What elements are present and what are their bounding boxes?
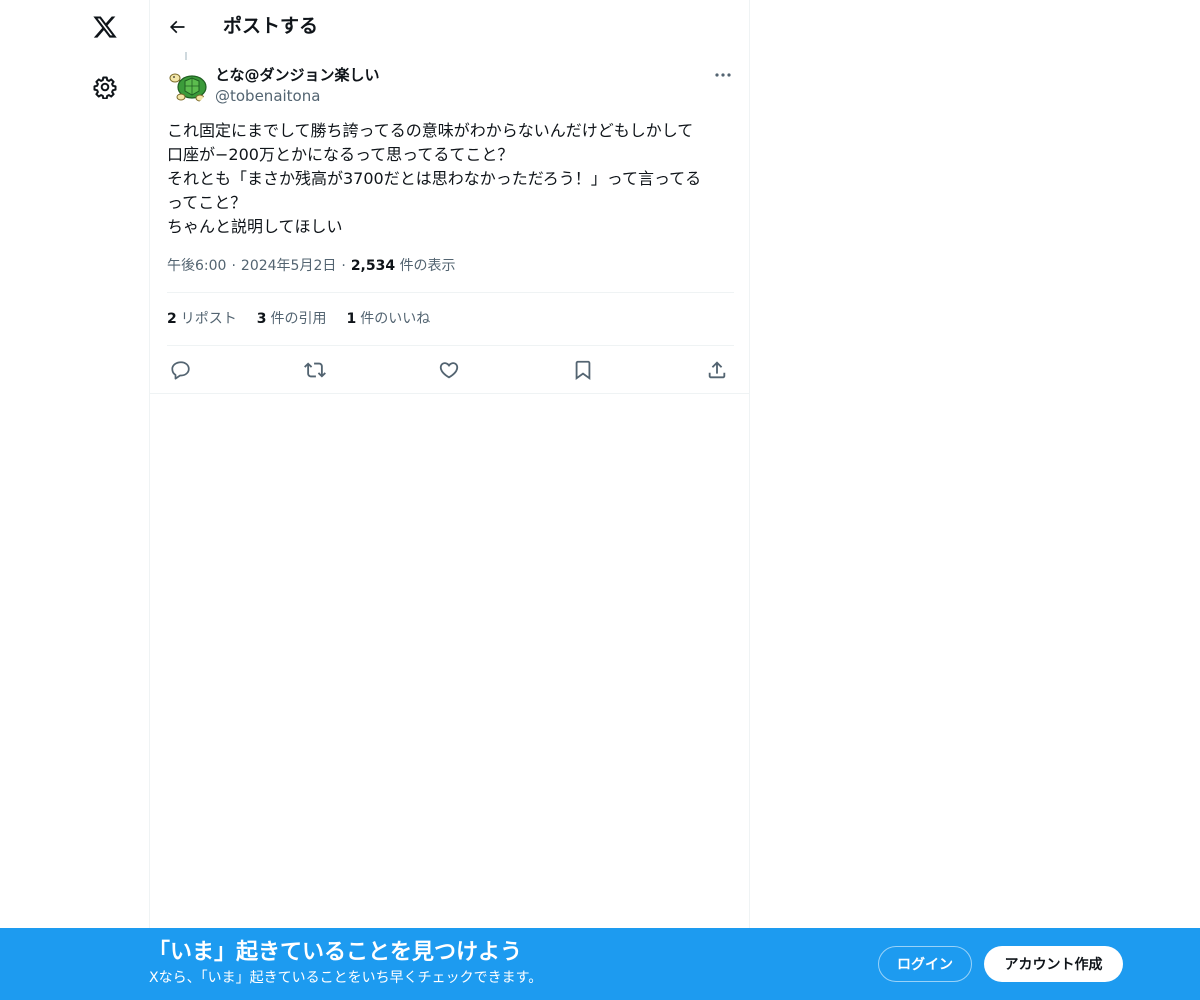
author-handle[interactable]: @tobenaitona (215, 86, 320, 106)
reply-icon (171, 361, 190, 380)
meta-separator: · (231, 258, 236, 274)
turtle-avatar (167, 66, 207, 106)
post-actions (150, 347, 749, 393)
bookmark-button[interactable] (564, 351, 602, 389)
post-time[interactable]: 午後6:00 (167, 258, 226, 274)
post-text: これ固定にまでして勝ち誇ってるの意味がわからないんだけどもしかして 口座が−20… (167, 119, 737, 239)
likes-stat[interactable]: 1 件のいいね (347, 309, 431, 329)
signup-button[interactable]: アカウント作成 (984, 946, 1123, 982)
like-icon (439, 362, 459, 379)
post-stats: 2 リポスト 3 件の引用 1 件のいいね (167, 309, 450, 329)
banner-title: 「いま」起きていることを見つけよう (148, 940, 523, 965)
quotes-label: 件の引用 (270, 311, 327, 327)
share-button[interactable] (698, 351, 736, 389)
reposts-label: リポスト (180, 311, 237, 327)
post-text-line: 口座が−200万とかになるって思ってるてこと？ (167, 145, 514, 164)
avatar[interactable] (167, 66, 207, 106)
reposts-count: 2 (167, 311, 177, 327)
share-icon (708, 361, 726, 379)
post-text-line: ちゃんと説明してほしい (167, 217, 343, 236)
reply-button[interactable] (162, 351, 200, 389)
x-logo-link[interactable] (79, 1, 131, 53)
views-label: 件の表示 (399, 258, 456, 274)
divider (150, 393, 749, 394)
settings-button[interactable] (79, 61, 131, 113)
views-count: 2,534 (350, 258, 396, 274)
divider (167, 292, 734, 293)
page-header: ポストする (150, 0, 749, 53)
more-dots-icon (715, 73, 731, 77)
likes-label: 件のいいね (360, 311, 431, 327)
thread-line (185, 52, 187, 60)
post-text-line: ってこと？ (167, 193, 247, 212)
post-text-line: これ固定にまでして勝ち誇ってるの意味がわからないんだけどもしかして (167, 121, 694, 140)
repost-icon (304, 362, 326, 378)
back-button[interactable] (159, 9, 195, 45)
login-banner: 「いま」起きていることを見つけよう Xなら、「いま」起きていることをいち早くチェ… (0, 928, 1200, 1000)
likes-count: 1 (346, 311, 357, 327)
bookmark-icon (575, 360, 591, 381)
gear-icon (93, 76, 117, 99)
post-meta: 午後6:00 · 2024年5月2日 · 2,534 件の表示 (167, 256, 456, 276)
banner-subtitle: Xなら、「いま」起きていることをいち早くチェックできます。 (149, 970, 543, 986)
x-logo-icon (93, 16, 117, 38)
quotes-stat[interactable]: 3 件の引用 (257, 309, 327, 329)
main-column: ポストする とな@ダンジョン楽しい @tobenaitona これ固定にまでして… (149, 0, 750, 1000)
page-title: ポストする (223, 15, 319, 37)
more-button[interactable] (709, 63, 737, 87)
divider (167, 345, 734, 346)
quotes-count: 3 (256, 311, 267, 327)
like-button[interactable] (430, 351, 468, 389)
repost-button[interactable] (296, 351, 334, 389)
post-text-line: それとも「まさか残高が3700だとは思わなかっただろう！」って言ってる (167, 169, 702, 188)
author-name[interactable]: とな@ダンジョン楽しい (215, 65, 380, 85)
login-button[interactable]: ログイン (878, 946, 972, 982)
arrow-left-icon (169, 20, 185, 34)
post-date[interactable]: 2024年5月2日 (241, 258, 336, 274)
reposts-stat[interactable]: 2 リポスト (167, 309, 237, 329)
left-nav (0, 0, 150, 1000)
meta-separator: · (341, 258, 346, 274)
